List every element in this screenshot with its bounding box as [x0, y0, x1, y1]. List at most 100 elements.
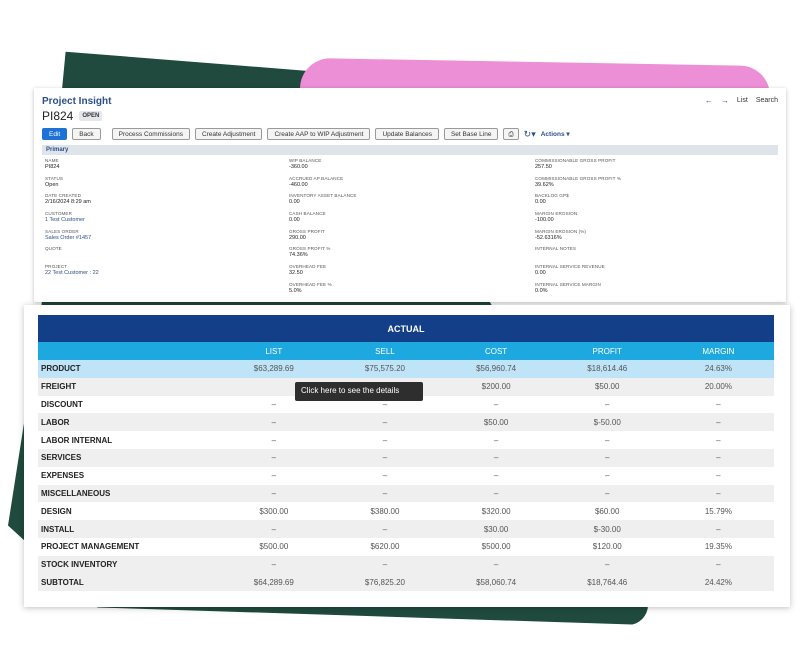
row-name: MISCELLANEOUS	[38, 484, 219, 503]
cell-margin: 15.79%	[662, 502, 774, 521]
field-label: NAME	[45, 158, 59, 163]
cell-margin: –	[662, 431, 774, 449]
fields-column-1: NAME PI824 STATUS Open DATE CREATED 2/16/20…	[45, 158, 289, 300]
primary-fields: NAME PI824 STATUS Open DATE CREATED 2/16/20…	[42, 158, 778, 300]
cell-cost: –	[440, 448, 552, 467]
cell-profit: –	[551, 484, 663, 503]
field-inventory-asset-balance: INVENTORY ASSET BALANCE 0.00	[289, 193, 535, 211]
cell-cost: $56,960.74	[440, 360, 552, 378]
cell-profit: $120.00	[551, 537, 663, 556]
sales-order-link[interactable]: Sales Order #1457	[45, 235, 289, 241]
field-value: 0.00	[535, 270, 546, 277]
cell-list: –	[218, 466, 330, 485]
field-name: NAME PI824	[45, 158, 289, 176]
row-name: STOCK INVENTORY	[38, 555, 219, 574]
field-value: 0.00	[535, 199, 546, 206]
process-commissions-button[interactable]: Process Commissions	[111, 128, 190, 140]
field-backlog-gp: BACKLOG GP$ 0.00	[535, 193, 775, 211]
cell-profit: –	[551, 555, 663, 574]
field-cash-balance: CASH BALANCE 0.00	[289, 211, 535, 229]
cell-sell: –	[329, 413, 441, 432]
fields-column-2: WIP BALANCE -360.00 ACCRUED AP BALANCE -46…	[289, 158, 535, 300]
cell-sell: –	[329, 431, 441, 449]
field-label: PROJECT	[45, 264, 68, 270]
arrow-right-icon[interactable]: →	[721, 96, 729, 105]
back-button[interactable]: Back	[72, 128, 101, 140]
field-value: 5.0%	[289, 287, 302, 294]
edit-button[interactable]: Edit	[42, 128, 68, 140]
printer-icon[interactable]: ⎙	[503, 128, 519, 140]
section-primary: Primary	[42, 145, 778, 155]
cell-list: $500.00	[218, 537, 330, 556]
cell-cost: $500.00	[440, 537, 552, 556]
field-commissionable-gross-profit: COMMISSIONABLE GROSS PROFIT 257.50	[535, 158, 775, 176]
update-balances-button[interactable]: Update Balances	[375, 128, 439, 140]
cell-profit: –	[551, 448, 663, 467]
cell-list: –	[218, 520, 330, 538]
cell-sell: $380.00	[329, 502, 441, 521]
field-status: STATUS Open	[45, 176, 289, 194]
table-row: MISCELLANEOUS – – – – –	[38, 484, 774, 503]
cell-list: $63,289.69	[218, 360, 330, 378]
cell-cost: –	[440, 395, 552, 414]
field-value: -360.00	[289, 164, 308, 170]
page-header: Project Insight PI824 OPEN ← → List Sear…	[42, 96, 778, 123]
field-value: Open	[45, 181, 59, 188]
field-label: SALES ORDER	[45, 228, 79, 234]
record-navigation: ← → List Search	[705, 96, 778, 105]
cell-margin: 20.00%	[662, 377, 774, 396]
cell-list: –	[218, 413, 330, 432]
field-quote: QUOTE	[45, 246, 289, 264]
cell-margin: –	[662, 448, 774, 467]
table-row[interactable]: PRODUCT $63,289.69 $75,575.20 $56,960.74 $18…	[38, 360, 774, 378]
table-row: DESIGN $300.00 $380.00 $320.00 $60.00 15.79%	[38, 502, 774, 521]
column-header: COST	[440, 342, 552, 360]
page-title: Project Insight	[42, 96, 112, 107]
actions-menu[interactable]: Actions ▾	[541, 130, 570, 138]
field-sales-order: SALES ORDER Sales Order #1457	[45, 229, 289, 247]
header-empty	[38, 342, 219, 360]
field-value: 0.00	[289, 199, 300, 206]
field-value: 290.00	[289, 234, 306, 241]
cell-sell: –	[329, 466, 441, 485]
field-label: INTERNAL SERVICE REVENUE	[535, 264, 605, 270]
table-row: EXPENSES – – – – –	[38, 466, 774, 485]
toolbar: Edit Back Process Commissions Create Adj…	[42, 128, 778, 140]
record-id: PI824	[42, 109, 74, 123]
field-label: INVENTORY ASSET BALANCE	[289, 193, 357, 199]
field-label: STATUS	[45, 175, 64, 181]
field-project: PROJECT 22 Test Customer : 22	[45, 264, 289, 282]
cell-list: $300.00	[218, 502, 330, 521]
list-link[interactable]: List	[737, 97, 748, 104]
refresh-icon[interactable]: ↻▾	[524, 129, 536, 140]
cell-cost: –	[440, 555, 552, 574]
field-value: 0.00	[289, 217, 300, 224]
project-link[interactable]: 22 Test Customer : 22	[45, 270, 289, 276]
cell-profit: $50.00	[551, 377, 663, 396]
arrow-left-icon[interactable]: ←	[705, 96, 713, 105]
create-aap-wip-adjustment-button[interactable]: Create AAP to WIP Adjustment	[267, 128, 371, 140]
column-header: SELL	[329, 342, 441, 360]
row-name: PRODUCT	[38, 360, 219, 378]
table-row: PROJECT MANAGEMENT $500.00 $620.00 $500.00 $…	[38, 537, 774, 556]
cell-cost: $58,060.74	[440, 573, 552, 592]
field-value: 74.36%	[289, 252, 308, 259]
field-label: WIP BALANCE	[289, 158, 322, 163]
cell-profit: $60.00	[551, 502, 663, 521]
search-link[interactable]: Search	[756, 97, 778, 104]
row-name: DESIGN	[38, 502, 219, 521]
field-customer: CUSTOMER 1 Test Customer	[45, 211, 289, 229]
status-badge: OPEN	[79, 111, 103, 121]
cell-cost: $50.00	[440, 413, 552, 432]
table-row: STOCK INVENTORY – – – – –	[38, 555, 774, 574]
create-adjustment-button[interactable]: Create Adjustment	[194, 128, 263, 140]
set-base-line-button[interactable]: Set Base Line	[443, 128, 499, 140]
field-margin-erosion-percent: MARGIN EROSION (%) -52.6316%	[535, 229, 775, 247]
field-label: QUOTE	[45, 246, 62, 252]
cell-list: $64,289.69	[218, 573, 330, 592]
cell-list: –	[218, 484, 330, 503]
cell-margin: 19.35%	[662, 537, 774, 556]
cell-profit: –	[551, 466, 663, 485]
field-value: 0.0%	[535, 287, 548, 294]
customer-link[interactable]: 1 Test Customer	[45, 217, 289, 223]
